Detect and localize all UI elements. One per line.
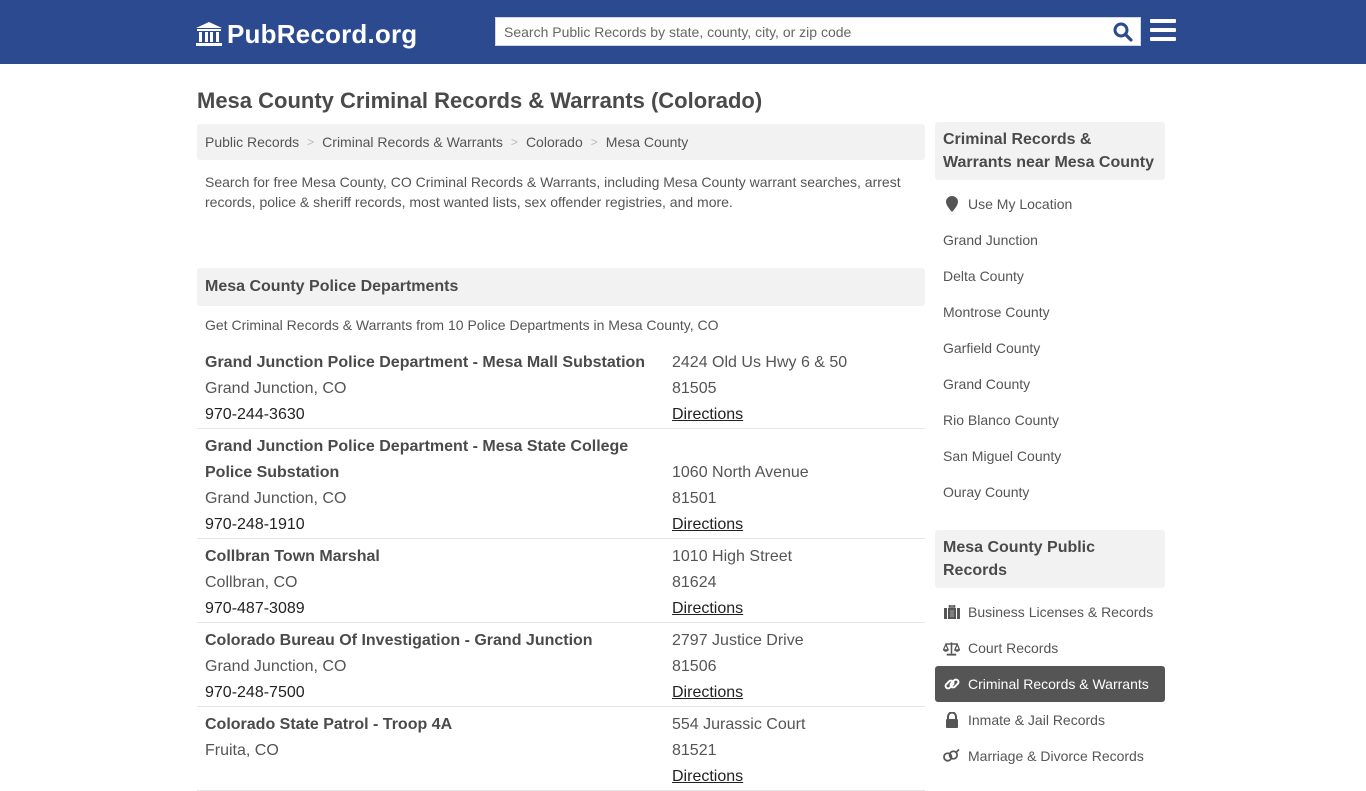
- breadcrumb-separator: >: [510, 135, 518, 149]
- department-phone[interactable]: 970-487-3089: [205, 596, 672, 622]
- sidebar-item-label: Inmate & Jail Records: [968, 712, 1105, 728]
- department-name[interactable]: Colorado Bureau Of Investigation - Grand…: [205, 628, 672, 654]
- department-name[interactable]: Colorado State Patrol - Troop 4A: [205, 712, 672, 738]
- hamburger-menu-button[interactable]: [1150, 19, 1176, 43]
- breadcrumb-criminal-records[interactable]: Criminal Records & Warrants: [322, 134, 503, 150]
- breadcrumb-mesa-county[interactable]: Mesa County: [606, 134, 688, 150]
- courthouse-icon: [196, 22, 222, 46]
- page-title: Mesa County Criminal Records & Warrants …: [197, 88, 763, 113]
- department-zip: 81624: [672, 574, 717, 591]
- department-address: 2797 Justice Drive: [672, 632, 804, 649]
- department-zip: 81506: [672, 658, 717, 675]
- top-navbar: PubRecord.org: [0, 0, 1366, 64]
- nearby-heading: Criminal Records & Warrants near Mesa Co…: [935, 122, 1165, 180]
- search-bar: [495, 17, 1141, 46]
- department-name[interactable]: Collbran Town Marshal: [205, 544, 672, 570]
- section-subtitle: Get Criminal Records & Warrants from 10 …: [205, 317, 719, 333]
- nearby-link[interactable]: San Miguel County: [935, 438, 1165, 474]
- department-city: Grand Junction, CO: [205, 380, 347, 397]
- department-zip: 81521: [672, 742, 717, 759]
- nearby-link[interactable]: Rio Blanco County: [935, 402, 1165, 438]
- breadcrumb-separator: >: [590, 135, 598, 149]
- sidebar-item-label: Criminal Records & Warrants: [968, 676, 1149, 692]
- intro-text: Search for free Mesa County, CO Criminal…: [205, 174, 901, 210]
- breadcrumb-public-records[interactable]: Public Records: [205, 134, 299, 150]
- department-phone[interactable]: 970-244-3630: [205, 402, 672, 428]
- public-records-list: Business Licenses & Records Court Record…: [935, 588, 1165, 774]
- department-listing: Grand Junction Police Department - Mesa …: [197, 345, 925, 429]
- breadcrumb: Public Records > Criminal Records & Warr…: [197, 124, 925, 160]
- department-city: Fruita, CO: [205, 742, 279, 759]
- search-input[interactable]: [496, 18, 1106, 45]
- directions-link[interactable]: Directions: [672, 600, 743, 617]
- menu-bar: [1150, 37, 1176, 41]
- department-listing: Grand Junction Police Department - Mesa …: [197, 429, 925, 539]
- use-my-location-label: Use My Location: [968, 196, 1073, 212]
- nearby-link[interactable]: Delta County: [935, 258, 1165, 294]
- sidebar-item-marriage-records[interactable]: Marriage & Divorce Records: [935, 738, 1165, 774]
- scales-icon: [943, 640, 960, 656]
- search-icon: [1113, 22, 1133, 42]
- sidebar-item-business-licenses[interactable]: Business Licenses & Records: [935, 594, 1165, 630]
- nearby-link[interactable]: Grand Junction: [935, 222, 1165, 258]
- sidebar-item-court-records[interactable]: Court Records: [935, 630, 1165, 666]
- sidebar-item-inmate-records[interactable]: Inmate & Jail Records: [935, 702, 1165, 738]
- department-address: 2424 Old Us Hwy 6 & 50: [672, 354, 848, 371]
- department-city: Collbran, CO: [205, 574, 298, 591]
- department-phone[interactable]: 970-248-7500: [205, 680, 672, 706]
- nearby-link[interactable]: Garfield County: [935, 330, 1165, 366]
- menu-bar: [1150, 28, 1176, 32]
- sidebar-item-label: Business Licenses & Records: [968, 604, 1154, 620]
- nearby-link[interactable]: Ouray County: [935, 474, 1165, 510]
- department-name[interactable]: Grand Junction Police Department - Mesa …: [205, 434, 635, 486]
- sidebar: Criminal Records & Warrants near Mesa Co…: [935, 122, 1165, 774]
- department-phone[interactable]: 970-248-1910: [205, 512, 672, 538]
- directions-link[interactable]: Directions: [672, 684, 743, 701]
- logo-text: PubRecord.org: [227, 18, 418, 49]
- link-icon: [943, 676, 960, 692]
- sidebar-item-label: Court Records: [968, 640, 1059, 656]
- use-my-location-button[interactable]: Use My Location: [935, 186, 1165, 222]
- search-button[interactable]: [1106, 18, 1140, 45]
- department-listing: Colorado State Patrol - Troop 4A Fruita,…: [197, 707, 925, 791]
- main-content: Public Records > Criminal Records & Warr…: [197, 124, 925, 791]
- department-city: Grand Junction, CO: [205, 658, 347, 675]
- site-logo[interactable]: PubRecord.org: [195, 17, 417, 51]
- marriage-icon: [943, 748, 960, 764]
- sidebar-item-criminal-records[interactable]: Criminal Records & Warrants: [935, 666, 1165, 702]
- menu-bar: [1150, 19, 1176, 23]
- department-listing: Colorado Bureau Of Investigation - Grand…: [197, 623, 925, 707]
- department-address: 554 Jurassic Court: [672, 716, 806, 733]
- department-address: 1060 North Avenue: [672, 464, 809, 481]
- sidebar-item-label: Marriage & Divorce Records: [968, 748, 1144, 764]
- map-marker-icon: [943, 196, 960, 212]
- department-zip: 81501: [672, 490, 717, 507]
- department-city: Grand Junction, CO: [205, 490, 347, 507]
- department-zip: 81505: [672, 380, 717, 397]
- public-records-heading: Mesa County Public Records: [935, 530, 1165, 588]
- nearby-list: Use My Location Grand Junction Delta Cou…: [935, 180, 1165, 510]
- directions-link[interactable]: Directions: [672, 406, 743, 423]
- lock-icon: [943, 712, 960, 728]
- section-heading: Mesa County Police Departments: [197, 268, 925, 306]
- department-name[interactable]: Grand Junction Police Department - Mesa …: [205, 350, 672, 376]
- directions-link[interactable]: Directions: [672, 768, 743, 785]
- nearby-link[interactable]: Montrose County: [935, 294, 1165, 330]
- breadcrumb-separator: >: [307, 135, 315, 149]
- nearby-link[interactable]: Grand County: [935, 366, 1165, 402]
- briefcase-icon: [943, 604, 960, 620]
- department-address: 1010 High Street: [672, 548, 793, 565]
- directions-link[interactable]: Directions: [672, 516, 743, 533]
- breadcrumb-colorado[interactable]: Colorado: [526, 134, 583, 150]
- department-listing: Collbran Town Marshal Collbran, CO 970-4…: [197, 539, 925, 623]
